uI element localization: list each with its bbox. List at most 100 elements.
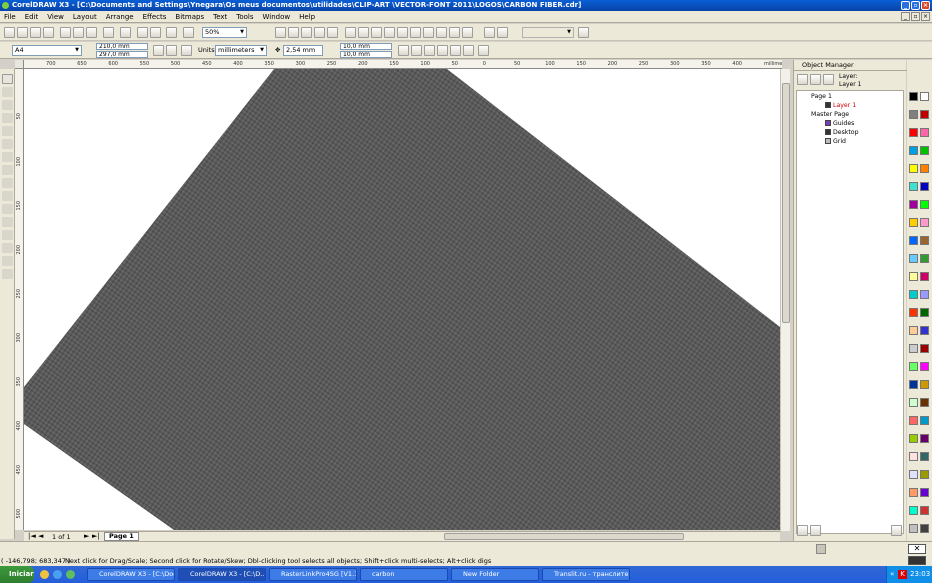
cut-icon[interactable] xyxy=(60,27,71,38)
palette-swatch[interactable] xyxy=(909,434,918,443)
first-page-button[interactable]: |◄ xyxy=(28,532,36,540)
palette-swatch[interactable] xyxy=(909,380,918,389)
zoom-tool-icon[interactable] xyxy=(2,113,13,123)
tray-expand-icon[interactable]: « xyxy=(890,566,894,583)
menu-arrange[interactable]: Arrange xyxy=(106,13,134,21)
all-pages-icon[interactable] xyxy=(181,45,192,56)
interactive-fill-tool-icon[interactable] xyxy=(2,269,13,279)
palette-swatch[interactable] xyxy=(909,362,918,371)
palette-swatch[interactable] xyxy=(920,128,929,137)
edit-across-layers-icon[interactable] xyxy=(810,74,821,85)
quicklaunch-icon[interactable] xyxy=(40,570,49,579)
palette-swatch[interactable] xyxy=(909,200,918,209)
new-master-layer-icon[interactable] xyxy=(810,525,821,536)
palette-swatch[interactable] xyxy=(909,398,918,407)
grid-icon[interactable] xyxy=(450,45,461,56)
palette-swatch[interactable] xyxy=(920,452,929,461)
taskbar-new-folder[interactable]: New Folder xyxy=(451,568,539,581)
fill-tool-icon[interactable] xyxy=(2,256,13,266)
palette-swatch[interactable] xyxy=(920,380,929,389)
maximize-button[interactable]: ▫ xyxy=(911,1,920,10)
smart-fill-tool-icon[interactable] xyxy=(2,139,13,149)
menu-layout[interactable]: Layout xyxy=(73,13,97,21)
palette-swatch[interactable] xyxy=(920,344,929,353)
start-button[interactable]: Iniciar xyxy=(0,566,34,583)
snap-objects-icon[interactable] xyxy=(398,45,409,56)
menu-tools[interactable]: Tools xyxy=(236,13,253,21)
object-snap-icon[interactable] xyxy=(301,27,312,38)
undo-icon[interactable] xyxy=(103,27,114,38)
tree-guides[interactable]: Guides xyxy=(825,120,854,128)
palette-swatch[interactable] xyxy=(909,236,918,245)
paste-icon[interactable] xyxy=(86,27,97,38)
doc-restore-button[interactable]: ▫ xyxy=(911,12,920,21)
outline-tool-icon[interactable] xyxy=(2,243,13,253)
rectangle-tool-icon[interactable] xyxy=(2,152,13,162)
taskbar-coreldraw-2[interactable]: CorelDRAW X3 - [C:\D... xyxy=(178,568,266,581)
palette-swatch[interactable] xyxy=(920,362,929,371)
redo-icon[interactable] xyxy=(120,27,131,38)
palette-swatch[interactable] xyxy=(909,416,918,425)
palette-swatch[interactable] xyxy=(920,92,929,101)
palette-swatch[interactable] xyxy=(920,182,929,191)
menu-effects[interactable]: Effects xyxy=(143,13,167,21)
palette-swatch[interactable] xyxy=(909,470,918,479)
prev-page-button[interactable]: ◄ xyxy=(38,532,43,540)
no-fill-swatch[interactable]: ✕ xyxy=(908,544,926,554)
convert-to-curves-icon[interactable] xyxy=(436,27,447,38)
zoom-level-field[interactable]: 50% ▼ xyxy=(202,27,247,38)
eyedropper-tool-icon[interactable] xyxy=(2,230,13,240)
doc-minimize-button[interactable]: _ xyxy=(901,12,910,21)
media-quicklaunch-icon[interactable] xyxy=(66,570,75,579)
delete-layer-icon[interactable] xyxy=(891,525,902,536)
palette-swatch[interactable] xyxy=(920,236,929,245)
minimize-button[interactable]: _ xyxy=(901,1,910,10)
coreldraw-app-icon[interactable] xyxy=(2,2,9,9)
group-icon[interactable] xyxy=(345,27,356,38)
freehand-tool-icon[interactable] xyxy=(2,126,13,136)
portrait-icon[interactable] xyxy=(153,45,164,56)
menu-file[interactable]: File xyxy=(4,13,16,21)
palette-swatch[interactable] xyxy=(920,164,929,173)
palette-swatch[interactable] xyxy=(920,110,929,119)
landscape-icon[interactable] xyxy=(166,45,177,56)
palette-swatch[interactable] xyxy=(909,164,918,173)
menu-text[interactable]: Text xyxy=(213,13,227,21)
palette-swatch[interactable] xyxy=(909,290,918,299)
palette-swatch[interactable] xyxy=(909,146,918,155)
palette-swatch[interactable] xyxy=(920,272,929,281)
tree-page-1[interactable]: Page 1 xyxy=(811,93,832,101)
export-icon[interactable] xyxy=(150,27,161,38)
open-icon[interactable] xyxy=(17,27,28,38)
palette-swatch[interactable] xyxy=(920,398,929,407)
horizontal-scroll-thumb[interactable] xyxy=(444,533,684,540)
arrange-icon[interactable] xyxy=(327,27,338,38)
palette-swatch[interactable] xyxy=(920,488,929,497)
layer-manager-view-icon[interactable] xyxy=(823,74,834,85)
vertical-ruler[interactable]: 500 450 400 350 300 250 200 150 100 50 xyxy=(15,69,24,530)
import-icon[interactable] xyxy=(137,27,148,38)
snap-grid-icon[interactable] xyxy=(411,45,422,56)
copy-icon[interactable] xyxy=(73,27,84,38)
text-tool-icon[interactable] xyxy=(2,204,13,214)
palette-swatch[interactable] xyxy=(909,524,918,533)
palette-swatch[interactable] xyxy=(909,110,918,119)
tree-master-page[interactable]: Master Page xyxy=(811,111,849,119)
palette-swatch[interactable] xyxy=(920,218,929,227)
interactive-blend-tool-icon[interactable] xyxy=(2,217,13,227)
palette-swatch[interactable] xyxy=(920,290,929,299)
ungroup-icon[interactable] xyxy=(358,27,369,38)
tree-layer-1[interactable]: Layer 1 xyxy=(825,102,856,110)
taskbar-translit[interactable]: Translit.ru - транслитер... xyxy=(542,568,630,581)
browser-quicklaunch-icon[interactable] xyxy=(53,570,62,579)
basic-shapes-tool-icon[interactable] xyxy=(2,191,13,201)
palette-swatch[interactable] xyxy=(909,488,918,497)
crop-tool-icon[interactable] xyxy=(2,100,13,110)
taskbar-carbon[interactable]: carbon xyxy=(360,568,448,581)
duplicate-y-field[interactable]: 10,0 mm xyxy=(340,51,392,58)
text-tool-icon[interactable] xyxy=(449,27,460,38)
tree-grid[interactable]: Grid xyxy=(825,138,846,146)
show-properties-icon[interactable] xyxy=(797,74,808,85)
horizontal-ruler[interactable]: 700 650 600 550 500 450 400 350 300 250 200 150 100 5… xyxy=(24,60,782,69)
palette-swatch[interactable] xyxy=(909,308,918,317)
